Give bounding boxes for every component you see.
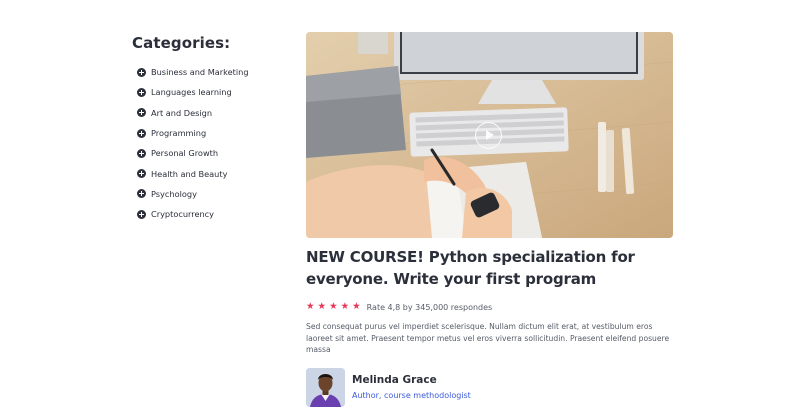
category-label: Programming (151, 128, 207, 139)
category-label: Art and Design (151, 107, 213, 118)
category-item[interactable]: Cryptocurrency (132, 204, 292, 224)
avatar[interactable] (306, 367, 345, 407)
category-item[interactable]: Programming (132, 123, 292, 143)
star-icon: ★ (340, 301, 350, 312)
star-icon: ★ (352, 301, 361, 312)
play-icon[interactable] (475, 122, 502, 149)
star-icon: ★ (329, 301, 338, 312)
course-card: NEW COURSE! Python specialization for ev… (306, 32, 674, 407)
star-icon: ★ (306, 301, 315, 312)
category-item[interactable]: Art and Design (132, 103, 292, 123)
category-label: Cryptocurrency (151, 209, 215, 220)
category-item[interactable]: Languages learning (132, 82, 292, 102)
category-item[interactable]: Personal Growth (132, 143, 292, 163)
categories-sidebar: Categories: Business and Marketing Langu… (132, 34, 292, 224)
course-video-thumbnail[interactable] (306, 32, 673, 238)
category-label: Languages learning (151, 87, 232, 98)
rating-text: Rate 4,8 by 345,000 respondes (366, 302, 493, 312)
plus-circle-icon (137, 128, 146, 138)
star-icon: ★ (317, 301, 327, 312)
plus-circle-icon (137, 209, 146, 219)
author-info: Melinda Grace Author, course methodologi… (352, 374, 471, 400)
category-label: Personal Growth (151, 148, 219, 159)
plus-circle-icon (137, 169, 146, 179)
category-item[interactable]: Business and Marketing (132, 62, 292, 82)
category-list: Business and Marketing Languages learnin… (132, 62, 292, 224)
plus-circle-icon (137, 87, 146, 97)
rating-stars: ★ ★ ★ ★ ★ (306, 302, 361, 312)
course-title[interactable]: NEW COURSE! Python specialization for ev… (306, 246, 666, 290)
author-role-link[interactable]: Author, course methodologist (352, 391, 471, 400)
plus-circle-icon (137, 189, 146, 199)
plus-circle-icon (137, 148, 146, 158)
author-portrait (306, 367, 345, 407)
category-item[interactable]: Psychology (132, 184, 292, 204)
plus-circle-icon (137, 108, 146, 118)
category-label: Psychology (151, 188, 197, 199)
plus-circle-icon (137, 67, 146, 77)
author-block: Melinda Grace Author, course methodologi… (306, 367, 674, 407)
category-label: Health and Beauty (151, 168, 228, 179)
course-description: Sed consequat purus vel imperdiet sceler… (306, 322, 670, 354)
category-label: Business and Marketing (151, 67, 249, 78)
author-name[interactable]: Melinda Grace (352, 374, 471, 386)
category-item[interactable]: Health and Beauty (132, 163, 292, 183)
course-rating: ★ ★ ★ ★ ★ Rate 4,8 by 345,000 respondes (306, 301, 674, 313)
categories-title: Categories: (132, 34, 231, 52)
